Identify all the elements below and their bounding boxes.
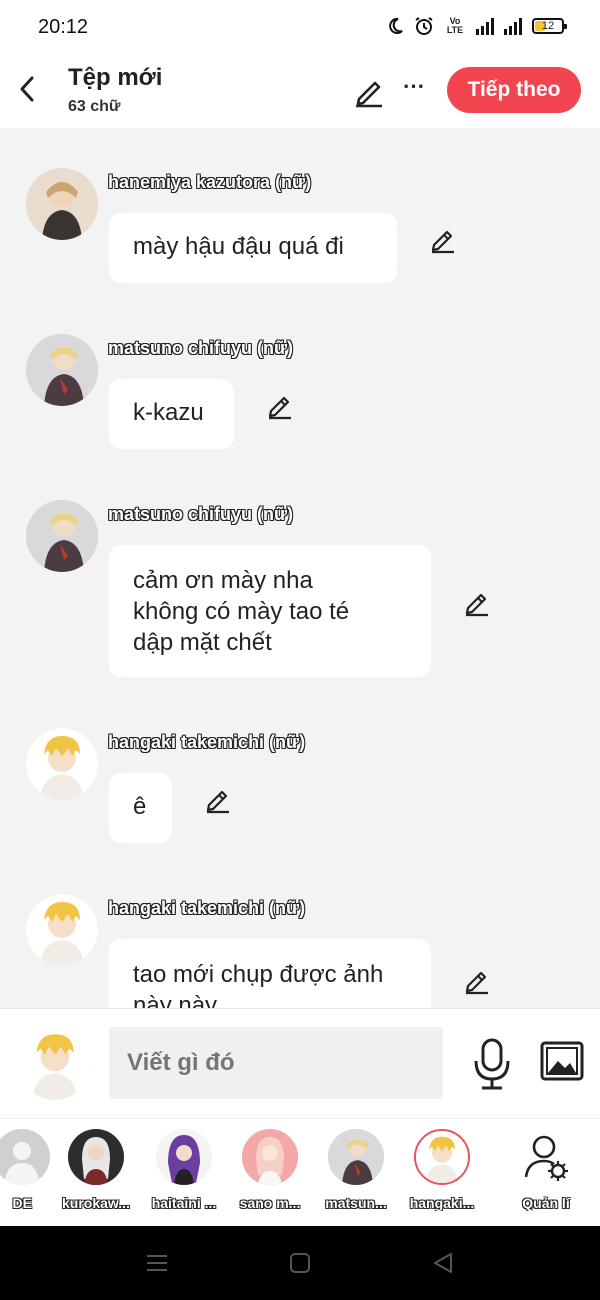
- moon-icon: [389, 17, 403, 34]
- manage-characters-button[interactable]: Quản lí: [506, 1129, 586, 1211]
- edit-title-pencil-icon[interactable]: [352, 74, 386, 108]
- back-nav-icon[interactable]: [431, 1251, 455, 1275]
- edit-message-pencil-icon[interactable]: [462, 587, 492, 617]
- sender-name: matsuno chifuyu (nữ): [108, 504, 294, 524]
- character-name: sano m...: [239, 1195, 301, 1211]
- character-name: kurokaw...: [62, 1195, 130, 1211]
- character-avatar: [156, 1129, 212, 1185]
- character-bar[interactable]: DE kurokaw... haitaini ... sano m... mat…: [0, 1118, 600, 1226]
- edit-message-pencil-icon[interactable]: [265, 390, 295, 420]
- back-chevron-icon[interactable]: [14, 72, 42, 106]
- edit-message-pencil-icon[interactable]: [428, 224, 458, 254]
- character-item[interactable]: haitaini ...: [144, 1129, 224, 1211]
- avatar-takemichi[interactable]: [26, 894, 98, 966]
- system-nav-bar: [0, 1226, 600, 1300]
- character-name: hangaki...: [409, 1195, 475, 1211]
- signal-icon-2: [504, 17, 522, 35]
- alarm-icon: [415, 17, 433, 35]
- status-time: 20:12: [38, 16, 89, 38]
- message-bubble[interactable]: tao mới chụp được ảnh này này: [109, 939, 431, 1008]
- message-bubble[interactable]: ê: [109, 773, 172, 843]
- character-avatar: [414, 1129, 470, 1185]
- sender-name: hangaki takemichi (nữ): [108, 732, 306, 752]
- volte-indicator: Vo LTE: [446, 16, 464, 35]
- more-options-icon[interactable]: ⋯: [400, 75, 428, 104]
- manage-label: Quản lí: [522, 1195, 570, 1211]
- composer: [0, 1008, 600, 1118]
- character-item-selected[interactable]: hangaki...: [402, 1129, 482, 1211]
- user-gear-icon: [524, 1135, 568, 1181]
- message-bubble[interactable]: mày hậu đậu quá đi: [109, 213, 397, 283]
- microphone-icon[interactable]: [470, 1037, 514, 1091]
- character-item[interactable]: matsun...: [316, 1129, 396, 1211]
- character-item[interactable]: kurokaw...: [56, 1129, 136, 1211]
- battery-level: 12: [541, 20, 555, 32]
- character-name: haitaini ...: [151, 1195, 217, 1211]
- signal-icon: [476, 17, 494, 35]
- avatar-chifuyu[interactable]: [26, 334, 98, 406]
- character-item[interactable]: sano m...: [230, 1129, 310, 1211]
- home-icon[interactable]: [288, 1251, 312, 1275]
- avatar-takemichi[interactable]: [26, 728, 98, 800]
- current-character-avatar[interactable]: [18, 1026, 92, 1100]
- avatar-kazutora[interactable]: [26, 168, 98, 240]
- image-icon[interactable]: [540, 1041, 584, 1081]
- sender-name: hanemiya kazutora (nữ): [108, 172, 312, 192]
- avatar-chifuyu[interactable]: [26, 500, 98, 572]
- character-name: DE: [12, 1195, 32, 1211]
- status-icons: Vo LTE 12: [386, 16, 567, 36]
- edit-message-pencil-icon[interactable]: [462, 965, 492, 995]
- edit-message-pencil-icon[interactable]: [203, 784, 233, 814]
- sender-name: hangaki takemichi (nữ): [108, 898, 306, 918]
- sender-name: matsuno chifuyu (nữ): [108, 338, 294, 358]
- character-avatar: [242, 1129, 298, 1185]
- recent-apps-icon[interactable]: [145, 1251, 169, 1275]
- message-bubble[interactable]: k-kazu: [109, 379, 234, 449]
- message-bubble[interactable]: cảm ơn mày nha không có mày tao té dập m…: [109, 545, 431, 677]
- character-avatar: [0, 1129, 50, 1185]
- next-button[interactable]: Tiếp theo: [447, 67, 581, 113]
- character-item[interactable]: DE: [0, 1129, 62, 1211]
- chat-area[interactable]: hanemiya kazutora (nữ) mày hậu đậu quá đ…: [0, 128, 600, 1008]
- character-name: matsun...: [325, 1195, 387, 1211]
- word-count: 63 chữ: [68, 98, 121, 115]
- header: Tệp mới 63 chữ ⋯ Tiếp theo: [0, 54, 600, 128]
- battery-icon: 12: [532, 18, 567, 34]
- page-title: Tệp mới: [68, 64, 163, 91]
- character-avatar: [68, 1129, 124, 1185]
- character-avatar: [328, 1129, 384, 1185]
- status-bar: 20:12 Vo LTE 12: [0, 0, 600, 54]
- message-input[interactable]: [109, 1027, 443, 1099]
